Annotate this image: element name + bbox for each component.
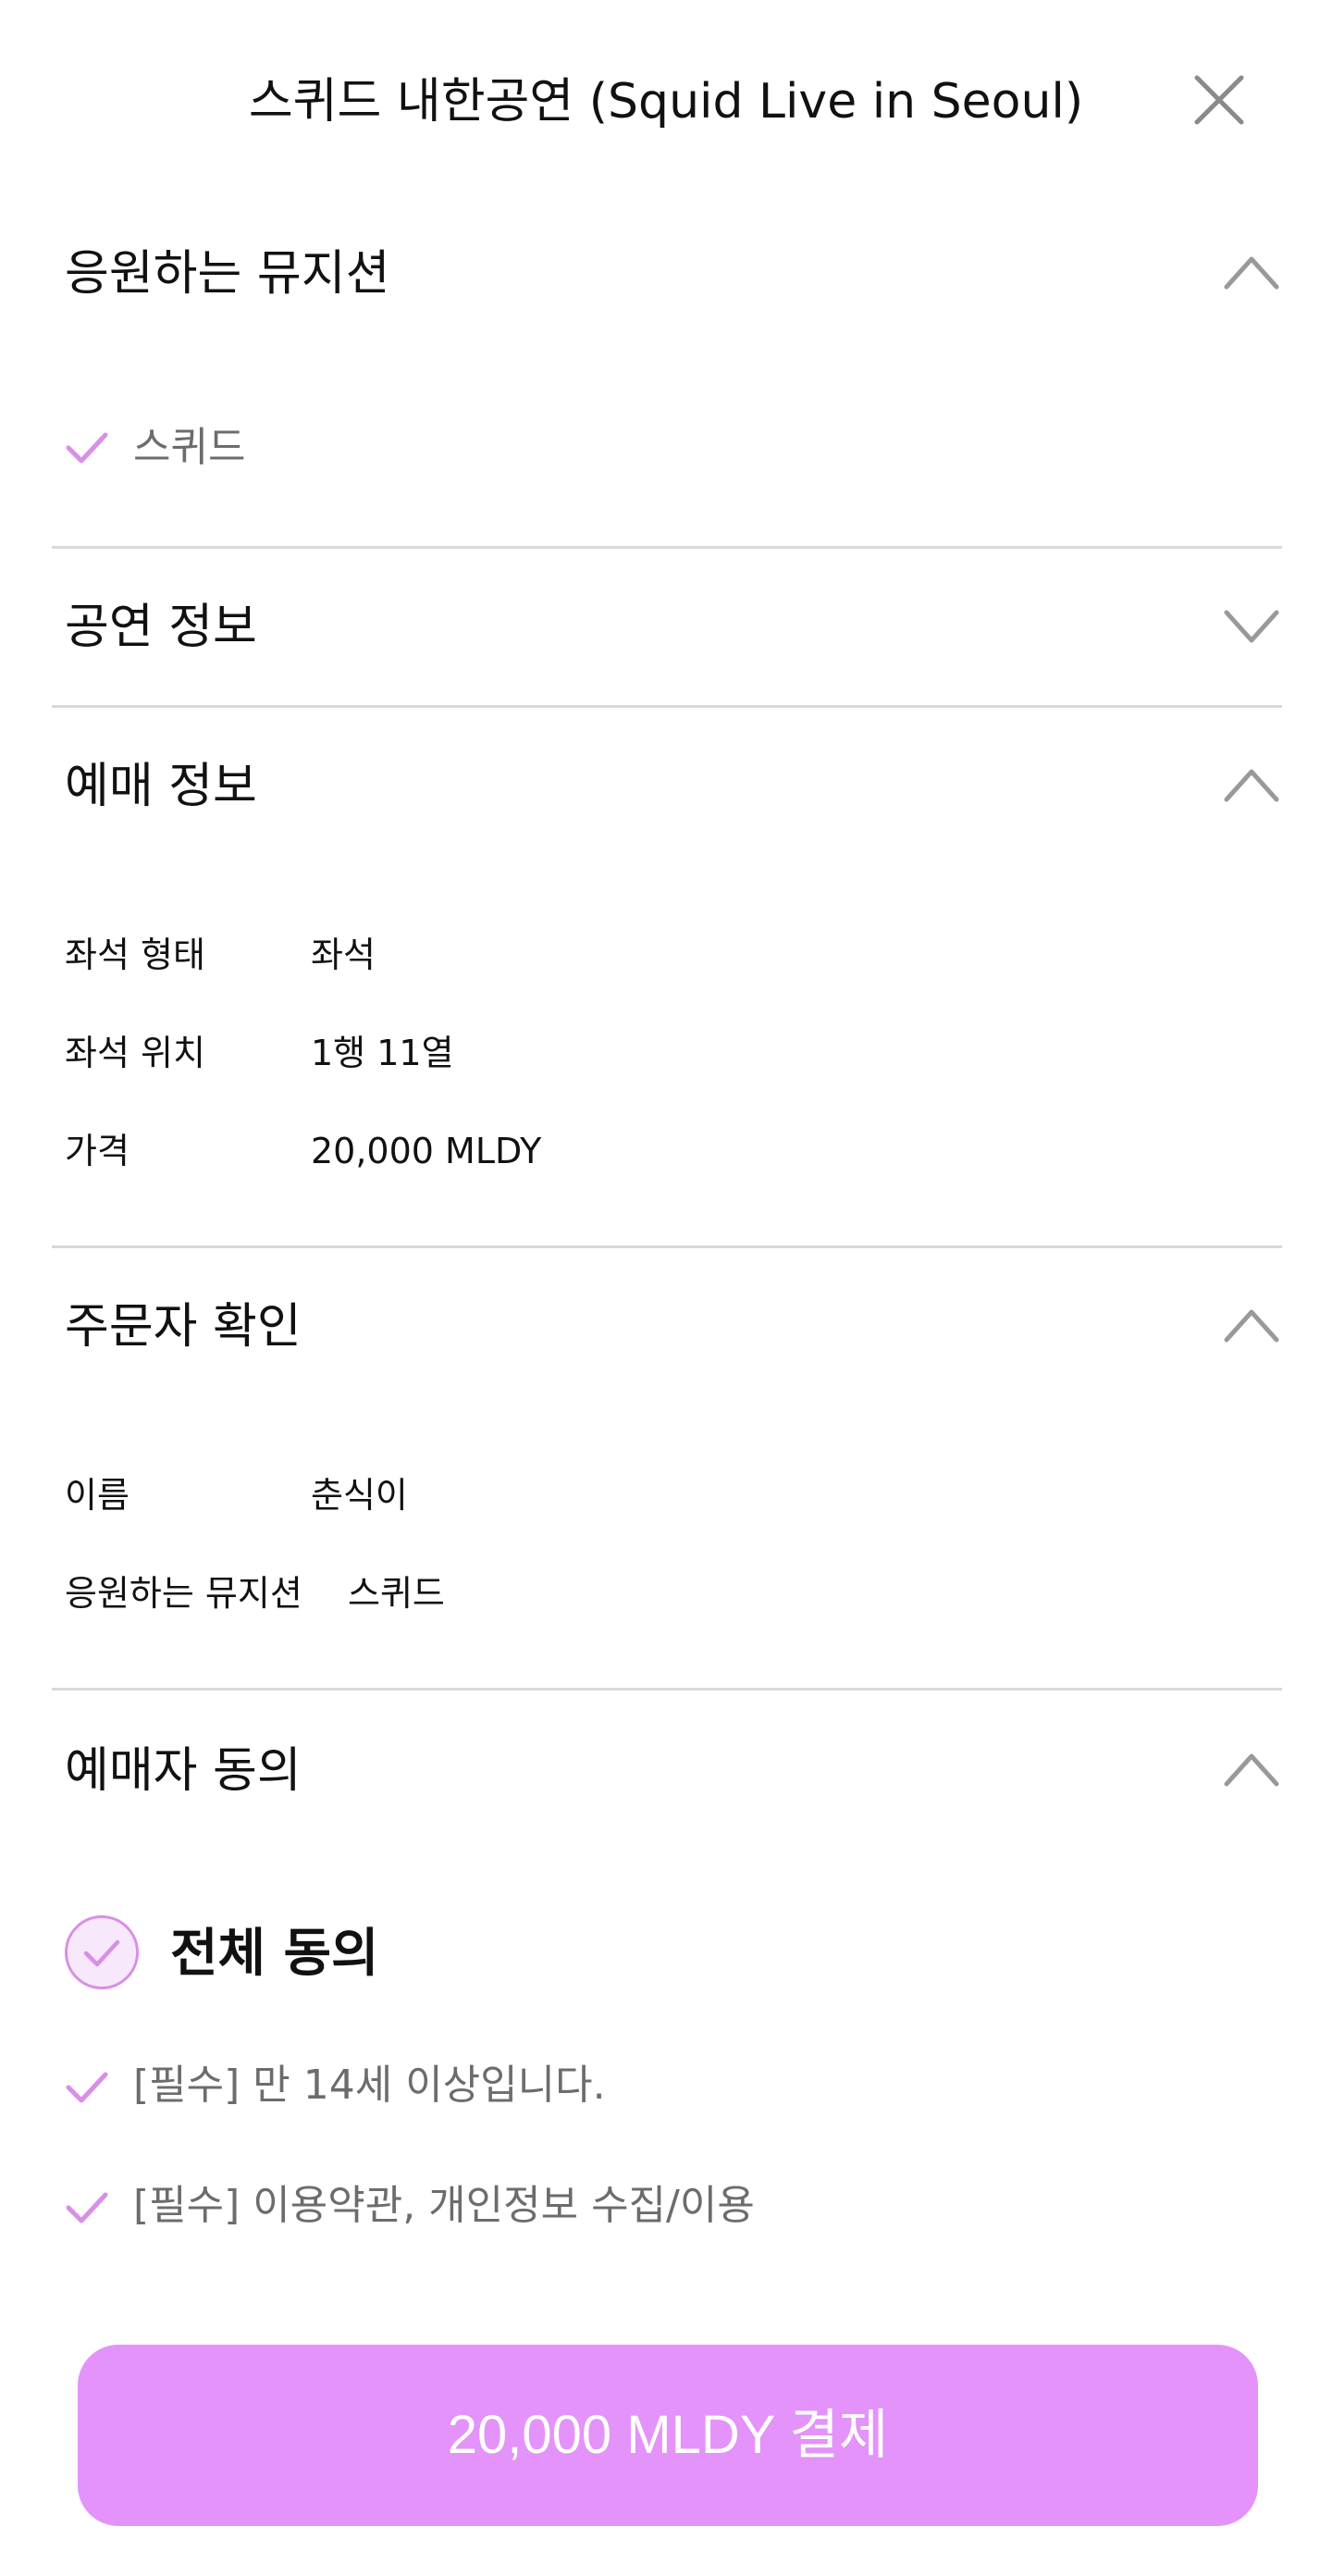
circle-check-icon[interactable] <box>65 1915 139 1989</box>
info-label: 응원하는 뮤지션 <box>65 1573 302 1614</box>
info-value: 스퀴드 <box>348 1573 445 1614</box>
agreement-item-terms[interactable]: [필수] 이용약관, 개인정보 수집/이용 <box>133 2180 755 2232</box>
chevron-up-icon[interactable] <box>1223 762 1280 805</box>
section-title-orderer: 주문자 확인 <box>65 1299 302 1355</box>
pay-button[interactable]: 20,000 MLDY 결제 <box>78 2345 1258 2526</box>
chevron-up-icon[interactable] <box>1223 1747 1280 1790</box>
divider <box>52 546 1282 549</box>
chevron-up-icon[interactable] <box>1223 250 1280 292</box>
section-header-agreement[interactable]: 예매자 동의 <box>0 1727 1332 1810</box>
info-label: 좌석 위치 <box>65 1033 205 1073</box>
section-title-booking: 예매 정보 <box>65 759 257 814</box>
chevron-up-icon[interactable] <box>1223 1303 1280 1345</box>
chevron-down-icon[interactable] <box>1223 603 1280 646</box>
divider <box>52 1245 1282 1248</box>
section-title-agreement: 예매자 동의 <box>65 1743 302 1799</box>
divider <box>52 1688 1282 1690</box>
agreement-item-age[interactable]: [필수] 만 14세 이상입니다. <box>133 2060 606 2112</box>
pay-button-label: 20,000 MLDY 결제 <box>447 2405 889 2465</box>
scroll-fade <box>0 2276 1332 2350</box>
page-title: 스퀴드 내한공연 (Squid Live in Seoul) <box>248 74 1084 130</box>
info-value: 좌석 <box>311 935 376 975</box>
info-label: 이름 <box>65 1475 130 1516</box>
section-header-musician[interactable]: 응원하는 뮤지션 <box>0 229 1332 313</box>
section-header-orderer[interactable]: 주문자 확인 <box>0 1282 1332 1366</box>
divider <box>52 705 1282 708</box>
check-icon[interactable] <box>65 429 109 466</box>
check-icon[interactable] <box>65 2069 109 2106</box>
check-icon[interactable] <box>65 2189 109 2226</box>
info-value: 1행 11열 <box>311 1033 454 1073</box>
close-icon[interactable] <box>1191 72 1247 128</box>
musician-option-label[interactable]: 스퀴드 <box>133 422 245 474</box>
info-value: 춘식이 <box>311 1475 408 1516</box>
info-label: 좌석 형태 <box>65 935 205 975</box>
agree-all-checkbox[interactable]: 전체 동의 <box>65 1915 620 1995</box>
section-header-performance[interactable]: 공연 정보 <box>0 583 1332 666</box>
section-title-performance: 공연 정보 <box>65 600 257 655</box>
section-title-musician: 응원하는 뮤지션 <box>65 246 390 302</box>
header: 스퀴드 내한공연 (Squid Live in Seoul) <box>0 0 1332 204</box>
info-value: 20,000 MLDY <box>311 1131 542 1171</box>
section-header-booking[interactable]: 예매 정보 <box>0 742 1332 825</box>
info-label: 가격 <box>65 1131 130 1171</box>
agree-all-label: 전체 동의 <box>170 1924 379 1984</box>
